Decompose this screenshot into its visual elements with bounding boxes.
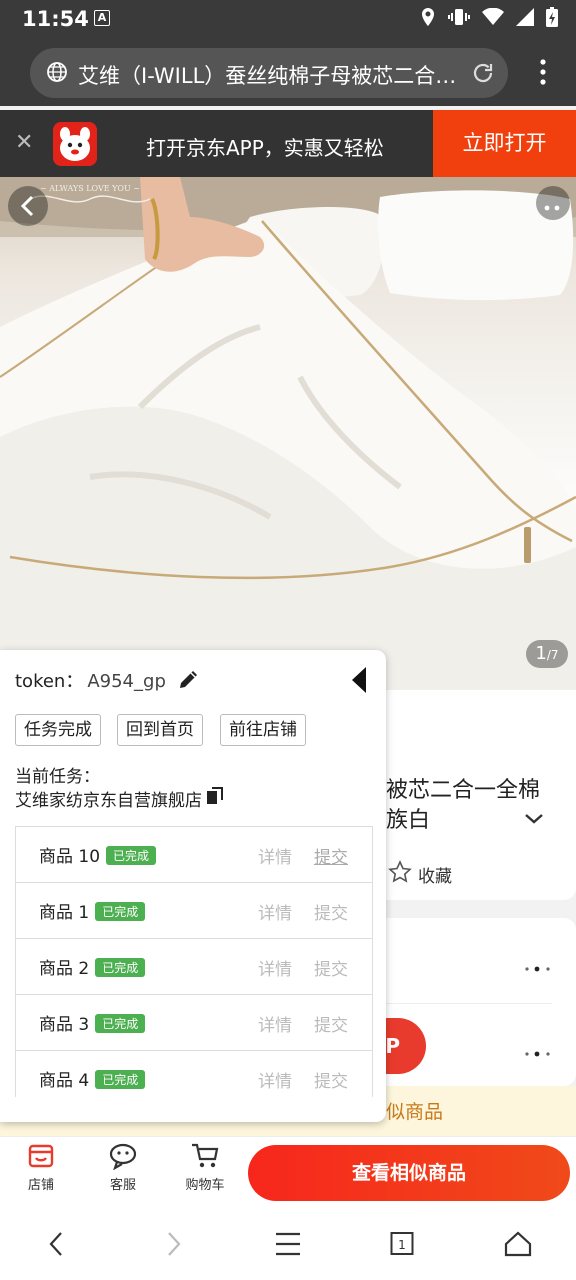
app-download-banner: ✕ 打开京东APP，实惠又轻松 立即打开 [0, 110, 576, 177]
current-task-label: 当前任务： [15, 767, 100, 787]
close-icon[interactable]: ✕ [15, 130, 33, 155]
view-similar-button[interactable]: 查看相似商品 [248, 1145, 570, 1201]
token-label: token： [15, 671, 84, 692]
token-value: A954_gp [87, 671, 166, 692]
status-icons [420, 7, 558, 31]
done-badge: 已完成 [95, 902, 146, 921]
detail-link[interactable]: 详情 [258, 1011, 292, 1036]
item-name: 商品 4 已完成 [39, 1066, 146, 1091]
product-title: 被芯二合一全棉 族白 [386, 776, 540, 836]
nav-forward-icon[interactable] [164, 1230, 184, 1262]
back-circle-button[interactable] [8, 186, 48, 226]
battery-icon [546, 7, 558, 31]
more-options-button[interactable] [536, 186, 570, 220]
jd-logo [53, 122, 97, 166]
reload-icon[interactable] [470, 60, 496, 90]
product-image[interactable]: ~ ALWAYS LOVE YOU ~ [0, 177, 576, 690]
item-name-text: 商品 2 [39, 959, 90, 979]
detail-link[interactable]: 详情 [258, 843, 292, 868]
similar-strip-label: 似商品 [386, 1101, 444, 1123]
shop-label: 店铺 [27, 1178, 54, 1193]
cart-button[interactable]: 购物车 [175, 1142, 235, 1193]
signal-icon [516, 8, 534, 30]
back-home-button[interactable]: 回到首页 [117, 714, 203, 746]
detail-link[interactable]: 详情 [258, 1067, 292, 1092]
image-total: /7 [546, 648, 559, 662]
done-badge: 已完成 [95, 958, 146, 977]
collapse-triangle-icon[interactable] [350, 666, 368, 698]
service-label: 客服 [109, 1178, 136, 1193]
shop-button[interactable]: 店铺 [11, 1142, 71, 1193]
page-title-url: 艾维（I-WILL）蚕丝纯棉子母被芯二合一全棉 [78, 64, 458, 88]
nav-home-icon[interactable] [504, 1230, 532, 1262]
list-item: 商品 4 已完成 详情 提交 [16, 1051, 372, 1097]
browser-toolbar: 艾维（I-WILL）蚕丝纯棉子母被芯二合一全棉 [0, 40, 576, 106]
globe-icon [46, 61, 68, 87]
open-app-button[interactable]: 立即打开 [433, 110, 576, 177]
submit-link[interactable]: 提交 [314, 1067, 348, 1092]
image-current: 1 [535, 643, 547, 664]
current-task-name-row: 艾维家纺京东自营旗舰店 [15, 786, 224, 811]
copy-icon[interactable] [206, 787, 224, 810]
pencil-icon[interactable] [177, 667, 201, 695]
item-name-text: 商品 1 [39, 903, 90, 923]
favorite-label: 收藏 [418, 867, 452, 887]
cart-label: 购物车 [185, 1178, 225, 1193]
go-to-store-button[interactable]: 前往店铺 [220, 714, 306, 746]
favorite-button[interactable]: 收藏 [388, 860, 452, 889]
list-item: 商品 1 已完成 详情 提交 [16, 883, 372, 939]
more-vert-icon[interactable] [540, 59, 546, 89]
done-badge: 已完成 [95, 1070, 146, 1089]
vibrate-icon [448, 7, 470, 31]
status-bar: 11:54 A [0, 0, 576, 40]
item-name: 商品 1 已完成 [39, 898, 146, 923]
item-name-text: 商品 10 [39, 847, 101, 867]
wifi-icon [482, 7, 504, 30]
image-counter: 1/7 [526, 640, 568, 668]
service-button[interactable]: 客服 [93, 1142, 153, 1193]
token-row: token： A954_gp [15, 667, 166, 693]
submit-link[interactable]: 提交 [314, 899, 348, 924]
customer-service-icon [109, 1143, 137, 1170]
detail-link[interactable]: 详情 [258, 955, 292, 980]
list-item: 商品 3 已完成 详情 提交 [16, 995, 372, 1051]
item-name: 商品 3 已完成 [39, 1010, 146, 1035]
more-dots-icon[interactable] [524, 957, 552, 976]
chevron-down-icon[interactable] [524, 810, 544, 829]
status-time: 11:54 [22, 7, 89, 31]
list-item: 商品 2 已完成 详情 提交 [16, 939, 372, 995]
task-complete-button[interactable]: 任务完成 [15, 714, 101, 746]
address-bar[interactable]: 艾维（I-WILL）蚕丝纯棉子母被芯二合一全棉 [30, 48, 508, 98]
banner-text: 打开京东APP，实惠又轻松 [146, 136, 384, 160]
item-name-text: 商品 4 [39, 1071, 90, 1091]
done-badge: 已完成 [95, 1014, 146, 1033]
detail-link[interactable]: 详情 [258, 899, 292, 924]
nav-tabs-icon[interactable]: 1 [390, 1230, 414, 1262]
submit-link[interactable]: 提交 [314, 1011, 348, 1036]
list-item: 商品 10 已完成 详情 提交 [16, 827, 372, 883]
nav-back-icon[interactable] [46, 1230, 66, 1262]
done-badge: 已完成 [106, 846, 157, 865]
more-dots-icon[interactable] [524, 1042, 552, 1061]
item-name: 商品 2 已完成 [39, 954, 146, 979]
svg-text:~ ALWAYS LOVE YOU ~: ~ ALWAYS LOVE YOU ~ [40, 184, 140, 193]
current-task-name: 艾维家纺京东自营旗舰店 [15, 791, 202, 811]
notification-a-icon: A [94, 10, 110, 26]
task-item-list: 商品 10 已完成 详情 提交 商品 1 已完成 详情 提交 商品 2 已完成 详情 … [15, 826, 373, 1097]
cart-icon [192, 1143, 219, 1168]
item-name: 商品 10 已完成 [39, 842, 157, 867]
nav-menu-icon[interactable] [275, 1230, 301, 1262]
divider [380, 1003, 552, 1004]
star-icon [388, 860, 412, 889]
item-name-text: 商品 3 [39, 1015, 90, 1035]
submit-link[interactable]: 提交 [314, 955, 348, 980]
location-icon [420, 7, 436, 31]
product-title-line2: 族白 [386, 808, 431, 833]
product-title-line1: 被芯二合一全棉 [386, 778, 541, 803]
svg-text:1: 1 [398, 1238, 406, 1252]
shop-icon [28, 1144, 54, 1168]
submit-link[interactable]: 提交 [314, 843, 348, 868]
